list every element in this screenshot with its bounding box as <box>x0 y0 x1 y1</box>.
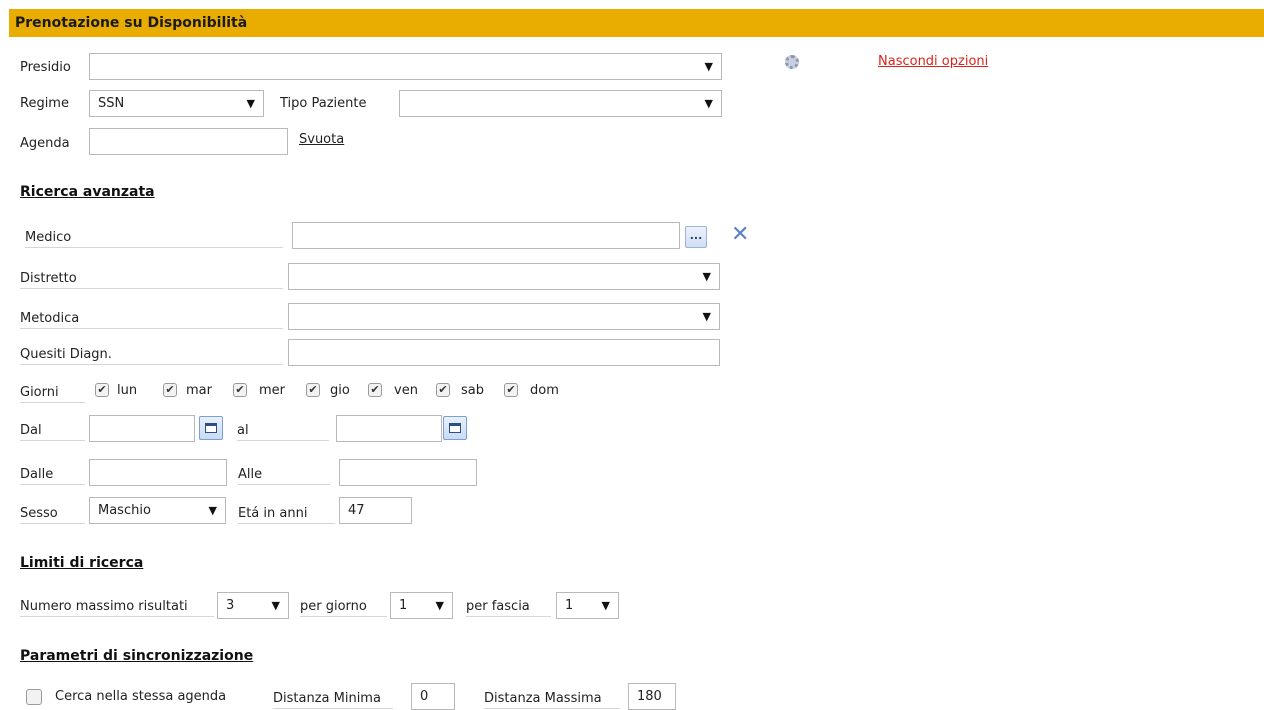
svuota-link[interactable]: Svuota <box>299 132 344 147</box>
al-label: al <box>237 423 329 441</box>
eta-input[interactable]: 47 <box>339 497 412 524</box>
page-title: Prenotazione su Disponibilità <box>15 15 248 31</box>
same-agenda-label: Cerca nella stessa agenda <box>55 689 227 704</box>
quesiti-label: Quesiti Diagn. <box>20 347 283 365</box>
distretto-select[interactable]: ▼ <box>288 263 720 290</box>
day-label-mar: mar <box>186 383 212 398</box>
regime-value: SSN <box>98 96 125 111</box>
dal-date-input[interactable] <box>89 415 195 442</box>
day-label-sab: sab <box>461 383 484 398</box>
chevron-down-icon: ▼ <box>704 97 713 110</box>
max-results-value: 3 <box>226 598 235 613</box>
checkbox-gio[interactable]: ✔ <box>306 383 320 397</box>
min-distance-label: Distanza Minima <box>273 691 393 709</box>
chevron-down-icon: ▼ <box>271 599 280 612</box>
settings-gear-icon[interactable] <box>785 55 799 69</box>
medico-label: Medico <box>25 230 283 248</box>
lookup-ellipsis-icon[interactable]: ... <box>685 226 707 248</box>
hide-options-link[interactable]: Nascondi opzioni <box>878 54 988 69</box>
sesso-label: Sesso <box>20 506 85 524</box>
day-label-gio: gio <box>330 383 350 398</box>
presidio-select[interactable]: ▼ <box>89 53 722 80</box>
quesiti-input[interactable] <box>288 339 720 366</box>
checkbox-dom[interactable]: ✔ <box>504 383 518 397</box>
agenda-label: Agenda <box>20 136 70 151</box>
page-header: Prenotazione su Disponibilità <box>9 9 1264 37</box>
alle-label: Alle <box>238 467 330 485</box>
chevron-down-icon: ▼ <box>246 97 255 110</box>
per-day-select[interactable]: 1 ▼ <box>390 592 453 619</box>
advanced-search-heading: Ricerca avanzata <box>20 184 155 200</box>
max-distance-input[interactable]: 180 <box>628 683 676 710</box>
per-slot-label: per fascia <box>466 599 551 617</box>
chevron-down-icon: ▼ <box>702 310 711 323</box>
chevron-down-icon: ▼ <box>702 270 711 283</box>
per-slot-select[interactable]: 1 ▼ <box>556 592 619 619</box>
per-day-label: per giorno <box>300 599 387 617</box>
day-label-mer: mer <box>259 383 286 398</box>
calendar-icon[interactable] <box>443 416 467 440</box>
regime-label: Regime <box>20 96 69 111</box>
tipo-paziente-select[interactable]: ▼ <box>399 90 722 117</box>
same-agenda-checkbox[interactable] <box>26 689 42 705</box>
day-label-lun: lun <box>117 383 138 398</box>
giorni-label: Giorni <box>20 385 85 403</box>
regime-select[interactable]: SSN ▼ <box>89 90 264 117</box>
checkbox-lun[interactable]: ✔ <box>95 383 109 397</box>
checkbox-mer[interactable]: ✔ <box>233 383 247 397</box>
clear-x-icon[interactable]: ✕ <box>731 224 749 246</box>
max-results-label: Numero massimo risultati <box>20 599 214 617</box>
sesso-select[interactable]: Maschio ▼ <box>89 497 226 524</box>
min-distance-input[interactable]: 0 <box>411 683 455 710</box>
checkbox-ven[interactable]: ✔ <box>368 383 382 397</box>
calendar-icon[interactable] <box>199 416 223 440</box>
chevron-down-icon: ▼ <box>435 599 444 612</box>
chevron-down-icon: ▼ <box>208 504 217 517</box>
presidio-label: Presidio <box>20 60 71 75</box>
day-label-ven: ven <box>394 383 418 398</box>
eta-label: Etá in anni <box>238 506 335 524</box>
sync-heading: Parametri di sincronizzazione <box>20 648 254 664</box>
dalle-label: Dalle <box>20 467 85 485</box>
distretto-label: Distretto <box>20 271 283 289</box>
chevron-down-icon: ▼ <box>704 60 713 73</box>
limits-heading: Limiti di ricerca <box>20 555 144 571</box>
dalle-time-input[interactable] <box>89 459 227 486</box>
day-label-dom: dom <box>530 383 559 398</box>
alle-time-input[interactable] <box>339 459 477 486</box>
checkbox-sab[interactable]: ✔ <box>436 383 450 397</box>
metodica-label: Metodica <box>20 311 283 329</box>
sesso-value: Maschio <box>98 503 151 518</box>
max-results-select[interactable]: 3 ▼ <box>217 592 289 619</box>
per-slot-value: 1 <box>565 598 574 613</box>
medico-input[interactable] <box>292 222 680 249</box>
tipo-paziente-label: Tipo Paziente <box>280 96 367 111</box>
al-date-input[interactable] <box>336 415 442 442</box>
agenda-input[interactable] <box>89 128 288 155</box>
chevron-down-icon: ▼ <box>601 599 610 612</box>
max-distance-label: Distanza Massima <box>484 691 620 709</box>
dal-label: Dal <box>20 423 85 441</box>
checkbox-mar[interactable]: ✔ <box>163 383 177 397</box>
metodica-select[interactable]: ▼ <box>288 303 720 330</box>
per-day-value: 1 <box>399 598 408 613</box>
